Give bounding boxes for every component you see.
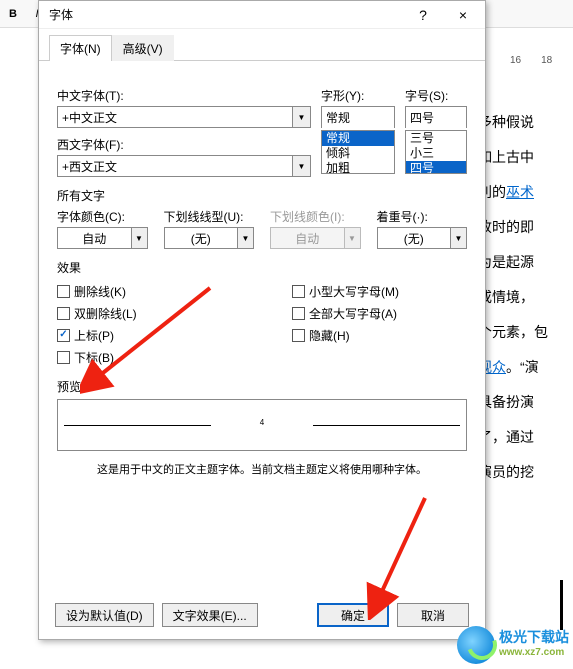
- dialog-tabs: 字体(N) 高级(V): [39, 29, 485, 61]
- text-effects-button[interactable]: 文字效果(E)...: [162, 603, 258, 627]
- dialog-titlebar: 字体 ? ×: [39, 1, 485, 29]
- chinese-font-combo[interactable]: +中文正文 ▼: [57, 106, 311, 128]
- emphasis-combo[interactable]: (无) ▼: [377, 227, 468, 249]
- subscript-checkbox[interactable]: 下标(B): [57, 346, 232, 368]
- font-size-input[interactable]: 四号: [405, 106, 467, 128]
- chevron-down-icon: ▼: [292, 156, 310, 176]
- preview-box: 4: [57, 399, 467, 451]
- superscript-checkbox[interactable]: 上标(P): [57, 324, 232, 346]
- font-style-label: 字形(Y):: [321, 87, 395, 104]
- document-body: 多种假说 如上古中 利的巫术 收时的即 为是起源 或情境， 个元素，包 观众。“…: [478, 105, 573, 490]
- ruler: 1618: [510, 55, 552, 66]
- cancel-button[interactable]: 取消: [397, 603, 469, 627]
- font-style-input[interactable]: 常规: [321, 106, 395, 128]
- list-item[interactable]: 小三: [406, 146, 466, 161]
- font-color-combo[interactable]: 自动 ▼: [57, 227, 148, 249]
- preview-text: 4: [260, 418, 264, 433]
- chevron-down-icon: ▼: [292, 107, 310, 127]
- western-font-label: 西文字体(F):: [57, 136, 311, 153]
- font-size-label: 字号(S):: [405, 87, 467, 104]
- preview-label: 预览: [57, 378, 467, 395]
- cursor-line: [560, 580, 563, 630]
- set-default-button[interactable]: 设为默认值(D): [55, 603, 154, 627]
- watermark-name: 极光下载站: [499, 629, 569, 645]
- underline-style-combo[interactable]: (无) ▼: [164, 227, 255, 249]
- dialog-title: 字体: [49, 6, 403, 23]
- chevron-down-icon: ▼: [344, 228, 360, 248]
- watermark: 极光下载站 www.xz7.com: [457, 625, 569, 665]
- underline-color-label: 下划线颜色(I):: [270, 208, 361, 225]
- tab-font[interactable]: 字体(N): [49, 35, 112, 61]
- dialog-button-row: 设为默认值(D) 文字效果(E)... 确定 取消: [39, 595, 485, 639]
- chevron-down-icon: ▼: [131, 228, 147, 248]
- ok-button[interactable]: 确定: [317, 603, 389, 627]
- watermark-icon: [457, 626, 495, 664]
- emphasis-label: 着重号(·):: [377, 208, 468, 225]
- font-color-label: 字体颜色(C):: [57, 208, 148, 225]
- underline-color-combo: 自动 ▼: [270, 227, 361, 249]
- tab-advanced[interactable]: 高级(V): [112, 35, 174, 61]
- watermark-domain: www.xz7.com: [499, 645, 569, 661]
- list-item[interactable]: 三号: [406, 131, 466, 146]
- list-item[interactable]: 四号: [406, 161, 466, 174]
- font-style-list[interactable]: 常规 倾斜 加粗: [321, 130, 395, 174]
- close-button[interactable]: ×: [443, 2, 483, 28]
- list-item[interactable]: 倾斜: [322, 146, 394, 161]
- allcaps-checkbox[interactable]: 全部大写字母(A): [292, 302, 467, 324]
- list-item[interactable]: 加粗: [322, 161, 394, 174]
- all-text-label: 所有文字: [57, 187, 467, 204]
- effects-label: 效果: [57, 259, 467, 276]
- font-dialog: 字体 ? × 字体(N) 高级(V) 中文字体(T): +中文正文 ▼ 西文字体…: [38, 0, 486, 640]
- underline-style-label: 下划线线型(U):: [164, 208, 255, 225]
- help-button[interactable]: ?: [403, 2, 443, 28]
- strike-checkbox[interactable]: 删除线(K): [57, 280, 232, 302]
- chevron-down-icon: ▼: [450, 228, 466, 248]
- chevron-down-icon: ▼: [237, 228, 253, 248]
- preview-description: 这是用于中文的正文主题字体。当前文档主题定义将使用哪种字体。: [57, 461, 467, 477]
- list-item[interactable]: 常规: [322, 131, 394, 146]
- bold-btn[interactable]: B: [2, 4, 24, 24]
- font-size-list[interactable]: 三号 小三 四号: [405, 130, 467, 174]
- smallcaps-checkbox[interactable]: 小型大写字母(M): [292, 280, 467, 302]
- double-strike-checkbox[interactable]: 双删除线(L): [57, 302, 232, 324]
- chinese-font-label: 中文字体(T):: [57, 87, 311, 104]
- hidden-checkbox[interactable]: 隐藏(H): [292, 324, 467, 346]
- western-font-combo[interactable]: +西文正文 ▼: [57, 155, 311, 177]
